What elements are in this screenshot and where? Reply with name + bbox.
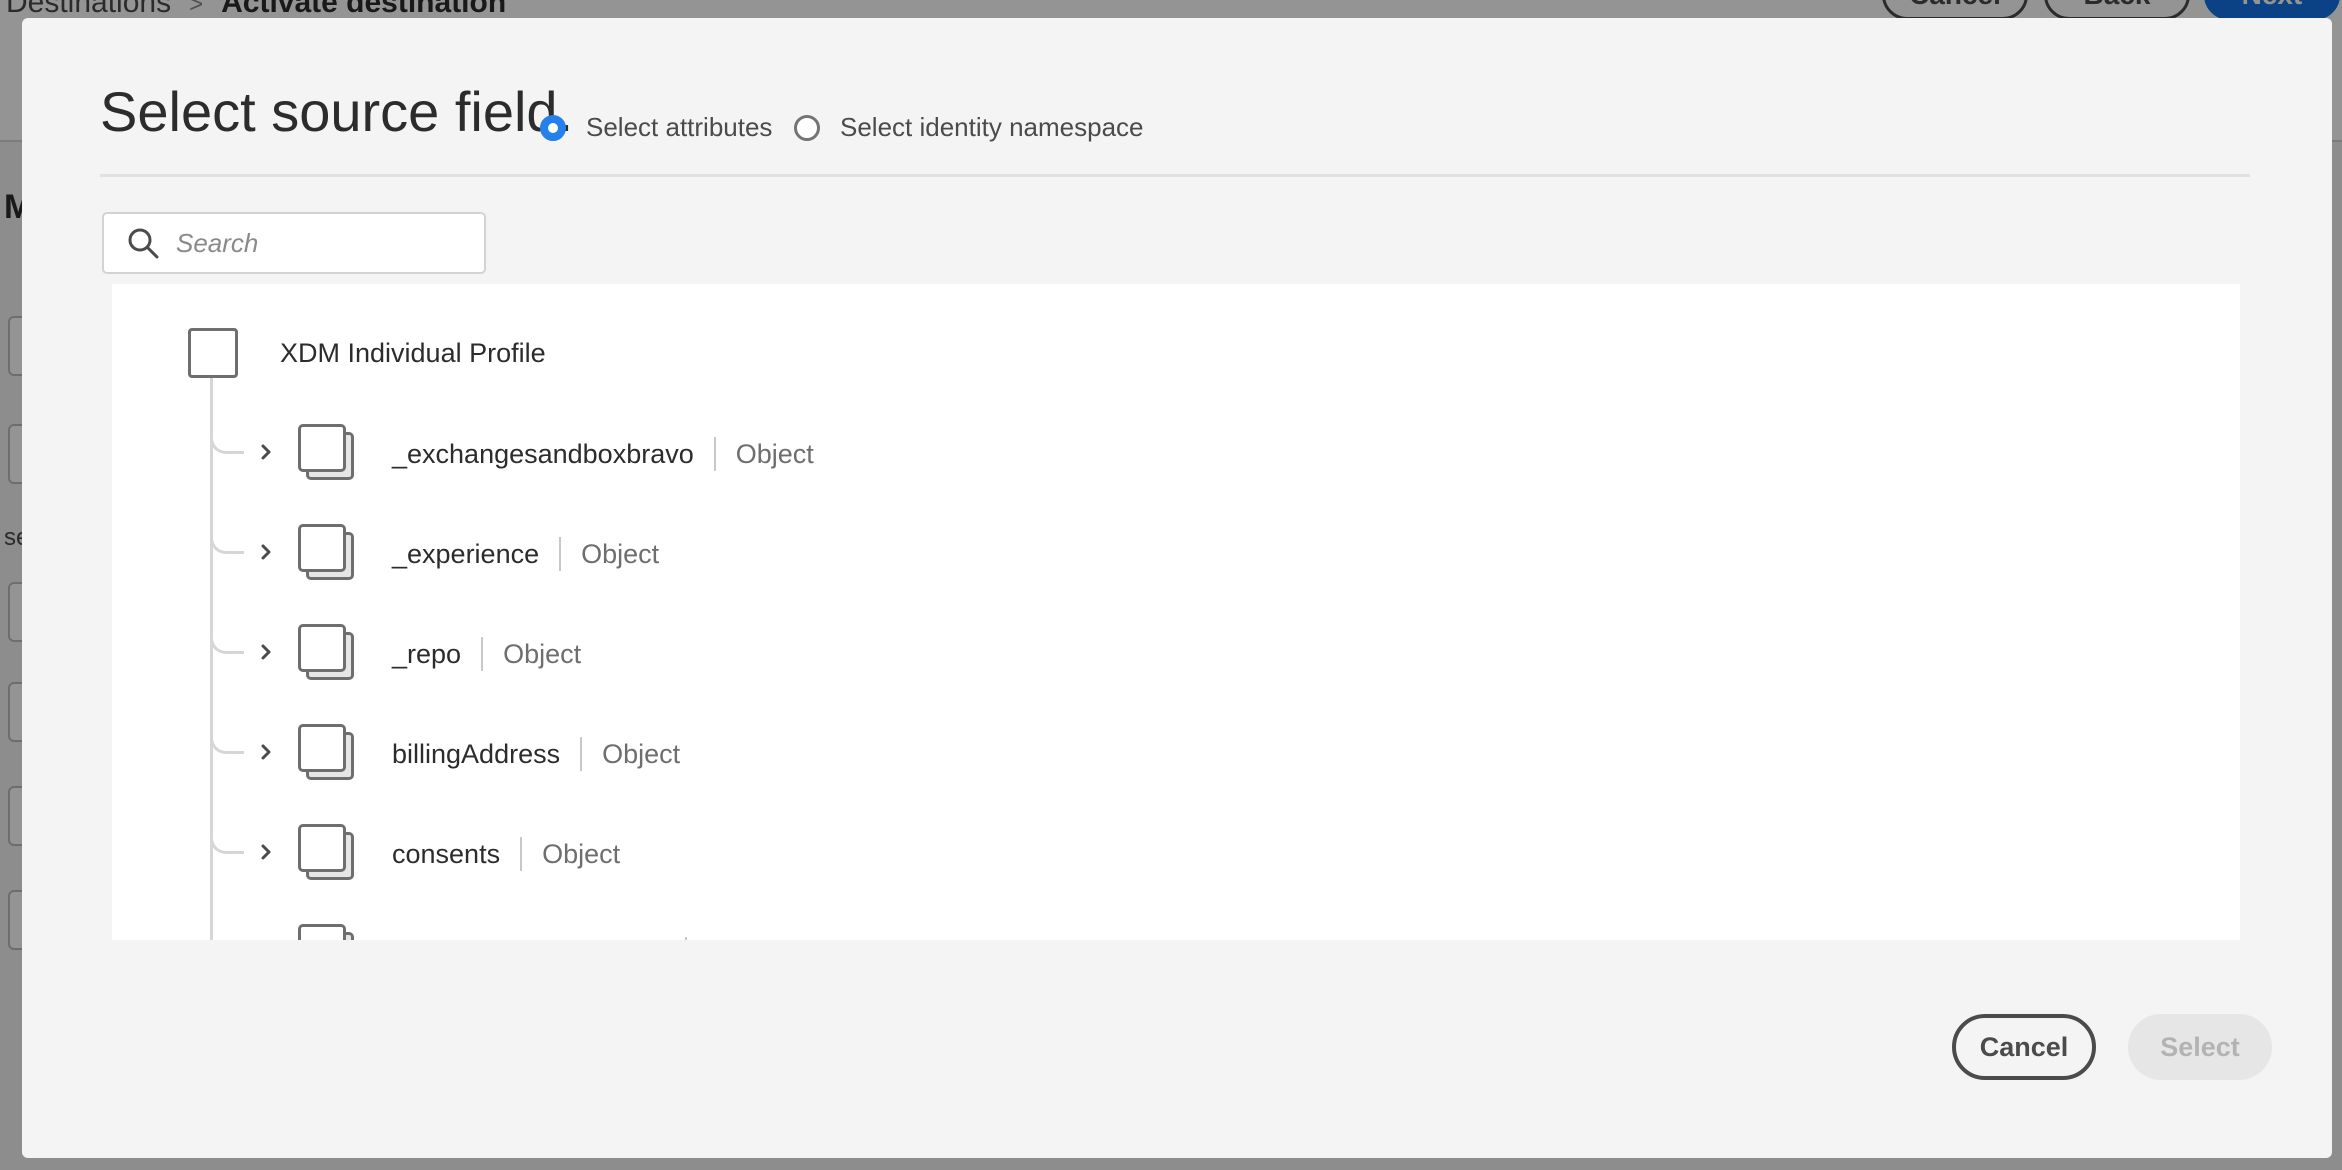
tree-branch-connector [210, 424, 244, 454]
tree-root-row[interactable]: XDM Individual Profile [112, 284, 2240, 384]
field-divider [520, 837, 523, 871]
object-icon[interactable] [298, 624, 358, 684]
tree-root-label: XDM Individual Profile [280, 338, 546, 368]
field-divider [713, 437, 716, 471]
tree-branch-connector [210, 924, 244, 940]
tree-branch-connector [210, 824, 244, 854]
radio-label: Select attributes [586, 112, 773, 142]
field-type: Object [503, 638, 582, 669]
search-input[interactable] [174, 226, 478, 260]
radio-select-attributes[interactable]: Select attributes [540, 112, 772, 143]
chevron-right-icon[interactable] [256, 742, 276, 762]
tree-branch-connector [210, 524, 244, 554]
tree-branch-connector [210, 624, 244, 654]
radio-unselected-icon[interactable] [794, 114, 820, 141]
chevron-right-icon[interactable] [256, 642, 276, 662]
object-icon[interactable] [298, 824, 358, 884]
radio-label: Select identity namespace [840, 112, 1144, 142]
field-divider [685, 937, 688, 940]
object-icon[interactable] [298, 724, 358, 784]
object-icon[interactable] [298, 924, 358, 940]
field-type: Object [581, 538, 660, 569]
schema-tree: XDM Individual Profile _exchangesandboxb… [112, 284, 2240, 940]
tree-row[interactable]: billingAddress Object [112, 706, 2240, 806]
field-divider [481, 637, 484, 671]
field-type: Object [707, 939, 785, 941]
divider [100, 174, 2250, 177]
checkbox-icon[interactable] [188, 328, 238, 378]
field-name: extSourceSystemAudit [392, 939, 665, 941]
select-button[interactable]: Select [2128, 1014, 2272, 1080]
tree-row[interactable]: extSourceSystemAudit Object [112, 906, 2240, 940]
select-source-field-dialog: Select source field. Select attributes S… [22, 18, 2332, 1158]
field-divider [580, 737, 583, 771]
object-icon[interactable] [298, 524, 358, 584]
search-icon [128, 228, 159, 259]
radio-select-identity-namespace[interactable]: Select identity namespace [794, 112, 1144, 143]
field-divider [559, 537, 562, 571]
field-type: Object [735, 438, 814, 469]
field-name: billingAddress [392, 738, 561, 769]
chevron-right-icon[interactable] [256, 442, 276, 462]
tree-row[interactable]: consents Object [112, 806, 2240, 906]
field-type: Object [542, 838, 621, 869]
tree-branch-connector [210, 724, 244, 754]
object-icon[interactable] [298, 424, 358, 484]
field-type: Object [602, 738, 681, 769]
field-name: consents [392, 838, 501, 869]
radio-selected-icon[interactable] [540, 114, 566, 141]
chevron-right-icon[interactable] [256, 842, 276, 862]
field-name: _repo [392, 638, 462, 669]
tree-row[interactable]: _experience Object [112, 506, 2240, 606]
field-name: _experience [392, 538, 540, 569]
dialog-title: Select source field. [100, 80, 574, 143]
field-name: _exchangesandboxbravo [392, 438, 694, 469]
search-field[interactable] [102, 212, 486, 274]
cancel-button[interactable]: Cancel [1952, 1014, 2096, 1080]
tree-row[interactable]: _exchangesandboxbravo Object [112, 406, 2240, 506]
chevron-right-icon[interactable] [256, 542, 276, 562]
tree-row[interactable]: _repo Object [112, 606, 2240, 706]
